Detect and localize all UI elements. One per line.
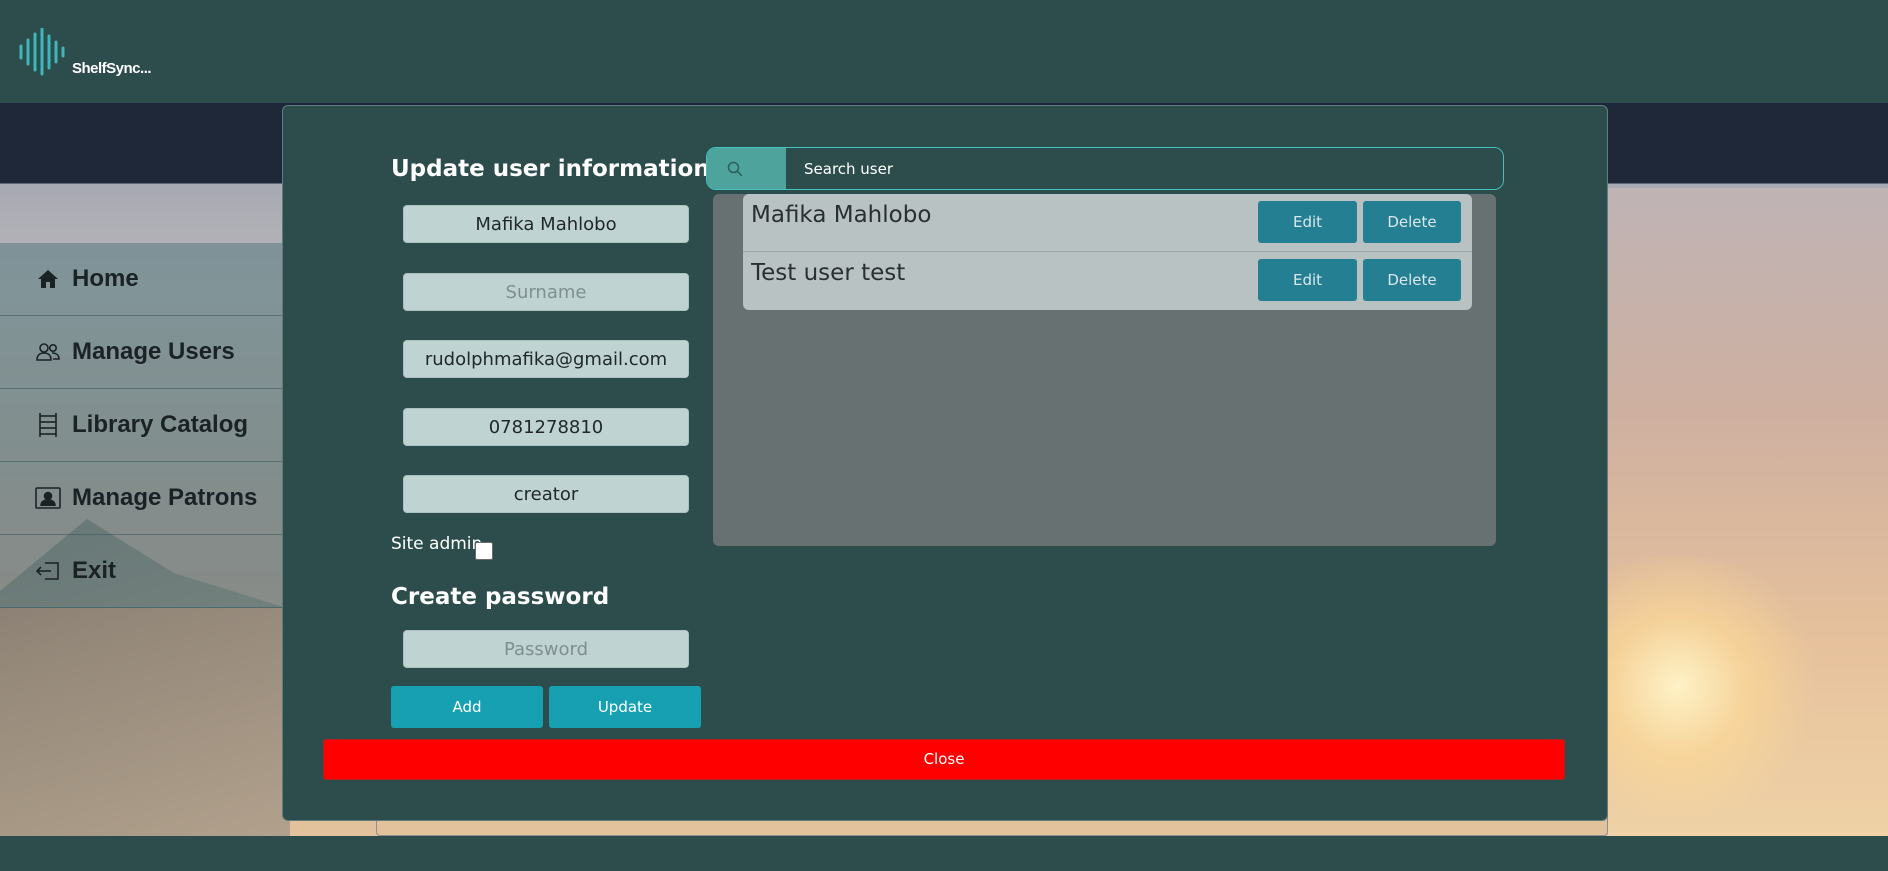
users-icon — [34, 338, 62, 366]
sidebar-item-label: Home — [72, 265, 139, 292]
search-bar — [706, 147, 1504, 190]
patron-icon — [34, 484, 62, 512]
catalog-icon — [34, 411, 62, 439]
sidebar-item-home[interactable]: Home — [0, 243, 282, 316]
password-field[interactable] — [403, 630, 689, 668]
search-input[interactable] — [786, 148, 1503, 189]
user-modal: Update user information Site admin Creat… — [282, 105, 1608, 821]
user-name: Test user test — [751, 260, 906, 286]
sidebar-item-label: Manage Users — [72, 338, 235, 365]
role-field[interactable] — [403, 475, 689, 513]
user-list: Mafika Mahlobo Edit Delete Test user tes… — [743, 194, 1472, 310]
user-results-panel: Mafika Mahlobo Edit Delete Test user tes… — [713, 194, 1496, 546]
sidebar: Home Manage Users Library Catalog Manage… — [0, 243, 282, 609]
sidebar-item-label: Manage Patrons — [72, 484, 258, 511]
waveform-icon — [19, 28, 65, 76]
sidebar-item-label: Exit — [72, 557, 117, 584]
list-item: Mafika Mahlobo Edit Delete — [743, 194, 1472, 252]
app-name: ShelfSync... — [72, 60, 152, 77]
search-icon[interactable] — [707, 148, 786, 189]
user-name: Mafika Mahlobo — [751, 202, 932, 228]
phone-field[interactable] — [403, 408, 689, 446]
list-item: Test user test Edit Delete — [743, 252, 1472, 310]
close-button[interactable]: Close — [323, 739, 1565, 780]
bottom-bar — [0, 836, 1888, 871]
top-bar: ShelfSync... — [0, 0, 1888, 103]
delete-button[interactable]: Delete — [1363, 201, 1461, 243]
surname-field[interactable] — [403, 273, 689, 311]
home-icon — [34, 265, 62, 293]
sidebar-item-manage-users[interactable]: Manage Users — [0, 316, 282, 389]
sidebar-item-exit[interactable]: Exit — [0, 535, 282, 608]
delete-button[interactable]: Delete — [1363, 259, 1461, 301]
app-logo[interactable]: ShelfSync... — [18, 28, 178, 84]
add-button[interactable]: Add — [391, 686, 543, 728]
email-field[interactable] — [403, 340, 689, 378]
sidebar-item-manage-patrons[interactable]: Manage Patrons — [0, 462, 282, 535]
sidebar-item-library-catalog[interactable]: Library Catalog — [0, 389, 282, 462]
edit-button[interactable]: Edit — [1258, 259, 1357, 301]
form-title: Update user information — [391, 156, 710, 182]
site-admin-label: Site admin — [391, 534, 483, 554]
sidebar-item-label: Library Catalog — [72, 411, 249, 438]
site-admin-checkbox[interactable] — [475, 542, 493, 560]
password-title: Create password — [391, 584, 610, 610]
update-button[interactable]: Update — [549, 686, 701, 728]
edit-button[interactable]: Edit — [1258, 201, 1357, 243]
exit-icon — [34, 557, 62, 585]
name-field[interactable] — [403, 205, 689, 243]
